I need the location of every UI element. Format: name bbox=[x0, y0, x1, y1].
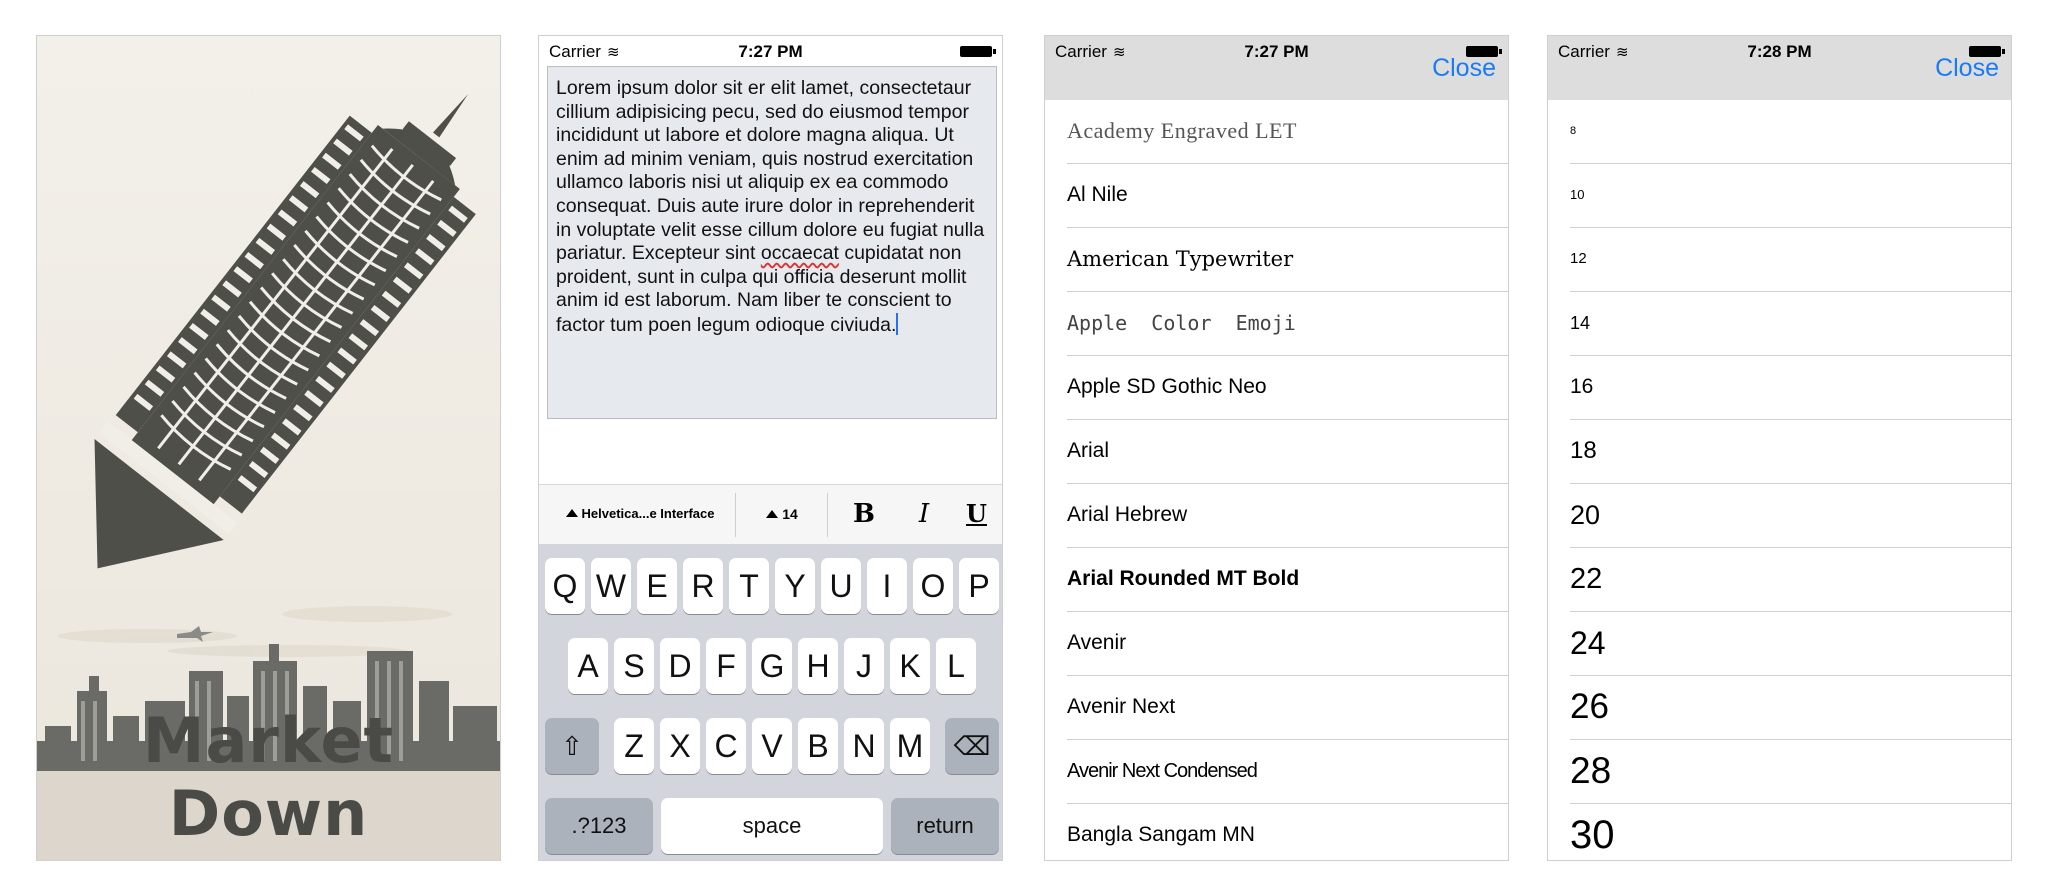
key-o[interactable]: O bbox=[913, 558, 953, 614]
underline-button[interactable]: U bbox=[949, 485, 1002, 545]
font-row-arial-rounded[interactable]: Arial Rounded MT Bold bbox=[1045, 548, 1508, 612]
size-row-20[interactable]: 20 bbox=[1548, 484, 2011, 548]
font-row-apple-sd-gothic-neo[interactable]: Apple SD Gothic Neo bbox=[1045, 356, 1508, 420]
font-list: Academy Engraved LET Al Nile American Ty… bbox=[1045, 100, 1508, 860]
key-p[interactable]: P bbox=[959, 558, 999, 614]
key-q[interactable]: Q bbox=[545, 558, 585, 614]
navigation-bar: Carrier ≋ 7:27 PM Close bbox=[1045, 36, 1508, 100]
size-row-12[interactable]: 12 bbox=[1548, 228, 2011, 292]
toolbar-divider bbox=[827, 493, 828, 537]
font-row-arial[interactable]: Arial bbox=[1045, 420, 1508, 484]
key-m[interactable]: M bbox=[890, 718, 930, 774]
key-v[interactable]: V bbox=[752, 718, 792, 774]
font-size-button[interactable]: 14 bbox=[737, 485, 827, 545]
text-cursor bbox=[896, 312, 899, 335]
size-picker-screen: Carrier ≋ 7:28 PM Close 8 10 12 14 16 18 … bbox=[1547, 35, 2012, 861]
editor-text: Lorem ipsum dolor sit er elit lamet, con… bbox=[556, 77, 985, 265]
key-g[interactable]: G bbox=[752, 638, 792, 694]
format-toolbar: Helvetica...e Interface 14 B I U bbox=[539, 484, 1002, 545]
key-e[interactable]: E bbox=[637, 558, 677, 614]
toolbar-divider bbox=[735, 493, 736, 537]
key-y[interactable]: Y bbox=[775, 558, 815, 614]
close-button[interactable]: Close bbox=[1935, 54, 1999, 83]
close-button[interactable]: Close bbox=[1432, 54, 1496, 83]
triangle-up-icon bbox=[565, 509, 578, 517]
font-row-avenir-next-condensed[interactable]: Avenir Next Condensed bbox=[1045, 740, 1508, 804]
key-k[interactable]: K bbox=[890, 638, 930, 694]
backspace-key[interactable]: ⌫ bbox=[945, 718, 999, 774]
key-i[interactable]: I bbox=[867, 558, 907, 614]
key-c[interactable]: C bbox=[706, 718, 746, 774]
size-row-28[interactable]: 28 bbox=[1548, 740, 2011, 804]
key-l[interactable]: L bbox=[936, 638, 976, 694]
misspelled-word[interactable]: occaecat bbox=[761, 242, 839, 264]
key-t[interactable]: T bbox=[729, 558, 769, 614]
font-row-american-typewriter[interactable]: American Typewriter bbox=[1045, 228, 1508, 292]
size-row-8[interactable]: 8 bbox=[1548, 100, 2011, 164]
triangle-up-icon bbox=[766, 510, 779, 518]
font-row-arial-hebrew[interactable]: Arial Hebrew bbox=[1045, 484, 1508, 548]
key-h[interactable]: H bbox=[798, 638, 838, 694]
font-row-academy-engraved[interactable]: Academy Engraved LET bbox=[1045, 100, 1508, 164]
return-key[interactable]: return bbox=[891, 798, 999, 854]
key-z[interactable]: Z bbox=[614, 718, 654, 774]
size-row-30[interactable]: 30 bbox=[1548, 804, 2011, 860]
keyboard: Q W E R T Y U I O P A S D F G H J K L ⇧ … bbox=[539, 544, 1002, 860]
numbers-key[interactable]: .?123 bbox=[545, 798, 653, 854]
size-list: 8 10 12 14 16 18 20 22 24 26 28 30 bbox=[1548, 100, 2011, 860]
font-row-al-nile[interactable]: Al Nile bbox=[1045, 164, 1508, 228]
editor-screen: Carrier ≋ 7:27 PM Lorem ipsum dolor sit e… bbox=[538, 35, 1003, 861]
key-x[interactable]: X bbox=[660, 718, 700, 774]
key-w[interactable]: W bbox=[591, 558, 631, 614]
size-row-18[interactable]: 18 bbox=[1548, 420, 2011, 484]
status-bar: Carrier ≋ 7:27 PM bbox=[539, 36, 1002, 66]
key-d[interactable]: D bbox=[660, 638, 700, 694]
font-row-avenir[interactable]: Avenir bbox=[1045, 612, 1508, 676]
font-row-apple-color-emoji[interactable]: Apple Color Emoji bbox=[1045, 292, 1508, 356]
font-picker-screen: Carrier ≋ 7:27 PM Close Academy Engraved … bbox=[1044, 35, 1509, 861]
size-row-22[interactable]: 22 bbox=[1548, 548, 2011, 612]
italic-button[interactable]: I bbox=[899, 485, 949, 545]
app-splash-screen: Market Down bbox=[36, 35, 501, 861]
key-a[interactable]: A bbox=[568, 638, 608, 694]
key-n[interactable]: N bbox=[844, 718, 884, 774]
font-name-button[interactable]: Helvetica...e Interface bbox=[545, 485, 735, 545]
font-row-bangla-sangam[interactable]: Bangla Sangam MN bbox=[1045, 804, 1508, 860]
app-title: Market Down bbox=[142, 704, 395, 850]
key-s[interactable]: S bbox=[614, 638, 654, 694]
key-r[interactable]: R bbox=[683, 558, 723, 614]
navigation-bar: Carrier ≋ 7:28 PM Close bbox=[1548, 36, 2011, 100]
bold-button[interactable]: B bbox=[829, 485, 899, 545]
font-row-avenir-next[interactable]: Avenir Next bbox=[1045, 676, 1508, 740]
key-b[interactable]: B bbox=[798, 718, 838, 774]
space-key[interactable]: space bbox=[661, 798, 883, 854]
shift-key[interactable]: ⇧ bbox=[545, 718, 599, 774]
key-u[interactable]: U bbox=[821, 558, 861, 614]
clock: 7:27 PM bbox=[738, 42, 803, 61]
key-j[interactable]: J bbox=[844, 638, 884, 694]
size-row-26[interactable]: 26 bbox=[1548, 676, 2011, 740]
size-row-16[interactable]: 16 bbox=[1548, 356, 2011, 420]
size-row-10[interactable]: 10 bbox=[1548, 164, 2011, 228]
size-row-14[interactable]: 14 bbox=[1548, 292, 2011, 356]
text-editor[interactable]: Lorem ipsum dolor sit er elit lamet, con… bbox=[547, 66, 997, 419]
battery-icon bbox=[960, 46, 996, 57]
key-f[interactable]: F bbox=[706, 638, 746, 694]
size-row-24[interactable]: 24 bbox=[1548, 612, 2011, 676]
